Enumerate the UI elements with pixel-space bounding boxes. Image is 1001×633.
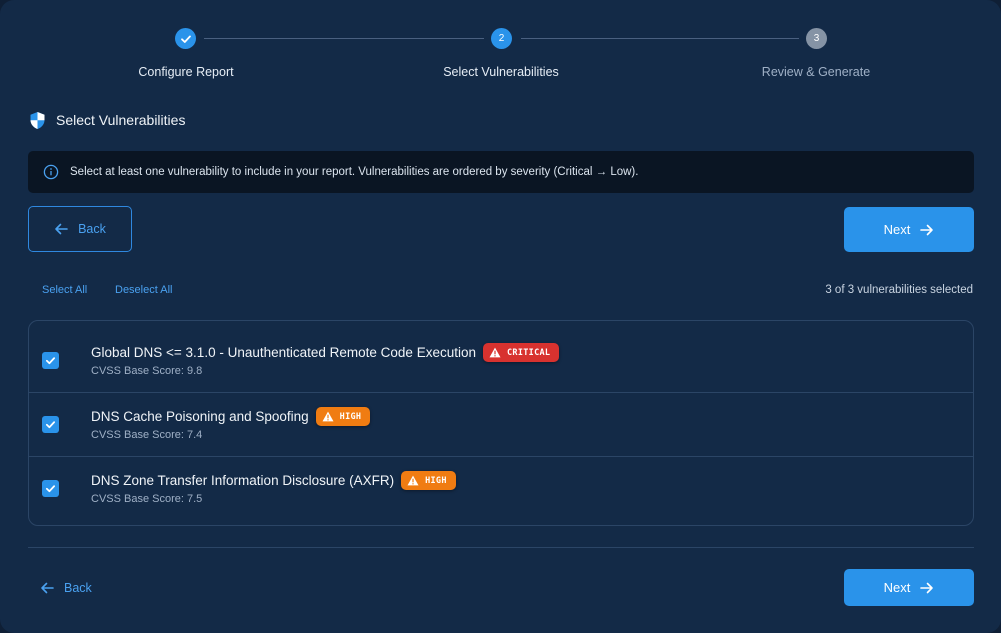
select-all-link[interactable]: Select All	[42, 284, 87, 296]
warning-icon	[489, 347, 501, 358]
page-title: Select Vulnerabilities	[56, 112, 186, 128]
severity-badge: HIGH	[315, 407, 371, 426]
severity-label: CRITICAL	[506, 347, 551, 358]
back-label: Back	[64, 581, 92, 595]
report-wizard-panel: Configure Report 2 Select Vulnerabilitie…	[0, 0, 1001, 633]
vuln-title: DNS Zone Transfer Information Disclosure…	[91, 473, 395, 488]
back-button-top[interactable]: Back	[28, 206, 132, 252]
severity-label: HIGH	[425, 475, 447, 486]
warning-icon	[322, 411, 334, 422]
step-3-pending-circle: 3	[806, 28, 827, 49]
shield-icon	[30, 111, 45, 129]
step-1-label: Configure Report	[138, 65, 234, 79]
check-icon	[180, 35, 191, 43]
vuln-title-row: Global DNS <= 3.1.0 - Unauthenticated Re…	[91, 343, 560, 362]
deselect-all-link[interactable]: Deselect All	[115, 284, 172, 296]
next-button-bottom[interactable]: Next	[844, 569, 974, 606]
arrow-right-icon	[920, 224, 934, 235]
stepper: Configure Report 2 Select Vulnerabilitie…	[0, 26, 1001, 86]
step-3-label: Review & Generate	[761, 65, 871, 79]
info-banner: Select at least one vulnerability to inc…	[28, 151, 974, 193]
step-2-label: Select Vulnerabilities	[443, 65, 559, 79]
cvss-score: CVSS Base Score: 7.5	[91, 493, 203, 505]
info-text: Select at least one vulnerability to inc…	[70, 166, 639, 178]
vuln-title: Global DNS <= 3.1.0 - Unauthenticated Re…	[91, 345, 476, 360]
severity-badge: CRITICAL	[482, 343, 560, 362]
step-connector	[204, 38, 484, 39]
back-label: Back	[78, 222, 106, 236]
list-item[interactable]: DNS Zone Transfer Information Disclosure…	[29, 456, 973, 525]
check-icon	[45, 421, 56, 429]
cvss-score: CVSS Base Score: 7.4	[91, 429, 203, 441]
info-icon	[43, 164, 59, 180]
selection-count: 3 of 3 vulnerabilities selected	[825, 284, 973, 296]
arrow-left-icon	[55, 223, 68, 235]
step-1-done-circle[interactable]	[175, 28, 196, 49]
step-connector	[521, 38, 799, 39]
vulnerability-list: Global DNS <= 3.1.0 - Unauthenticated Re…	[28, 320, 974, 526]
next-button-top[interactable]: Next	[844, 207, 974, 252]
divider	[28, 547, 974, 548]
vuln-title: DNS Cache Poisoning and Spoofing	[91, 409, 309, 424]
severity-label: HIGH	[339, 411, 362, 422]
check-icon	[45, 485, 56, 493]
list-item[interactable]: Global DNS <= 3.1.0 - Unauthenticated Re…	[29, 321, 973, 385]
vuln-checkbox-2[interactable]	[42, 416, 59, 433]
vuln-title-row: DNS Cache Poisoning and Spoofing HIGH	[91, 407, 371, 426]
vuln-checkbox-1[interactable]	[42, 352, 59, 369]
arrow-right-icon	[920, 582, 934, 593]
section-heading: Select Vulnerabilities	[29, 109, 185, 131]
check-icon	[45, 357, 56, 365]
next-label: Next	[883, 222, 911, 237]
vuln-title-row: DNS Zone Transfer Information Disclosure…	[91, 471, 456, 490]
arrow-left-icon	[41, 582, 54, 594]
list-item[interactable]: DNS Cache Poisoning and Spoofing HIGH CV…	[29, 392, 973, 456]
cvss-score: CVSS Base Score: 9.8	[91, 365, 203, 377]
severity-badge: HIGH	[401, 471, 456, 490]
step-2-active-circle: 2	[491, 28, 512, 49]
vuln-checkbox-3[interactable]	[42, 480, 59, 497]
next-label: Next	[883, 580, 911, 595]
back-button-bottom[interactable]: Back	[40, 578, 92, 598]
warning-icon	[407, 475, 419, 486]
